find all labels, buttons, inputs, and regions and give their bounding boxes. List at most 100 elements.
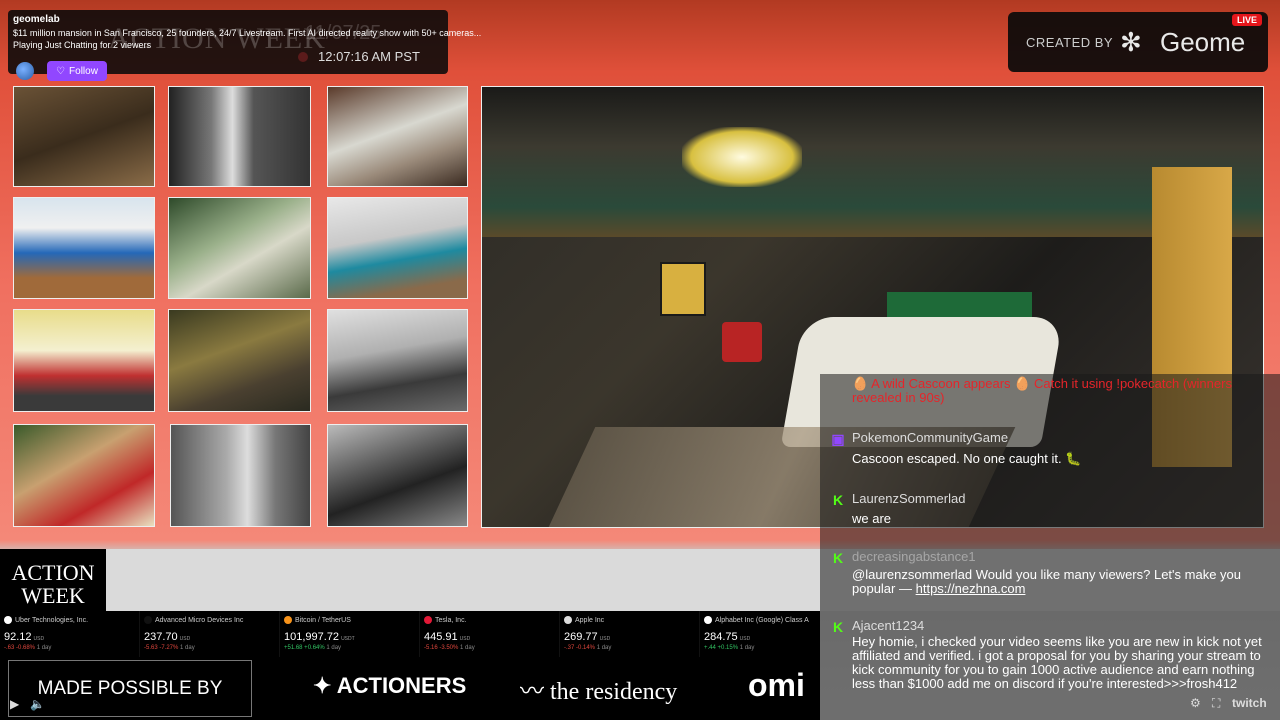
action-week-line2: WEEK: [21, 583, 85, 608]
chat-message: PokemonCommunityGame Cascoon escaped. No…: [852, 431, 1272, 466]
kick-badge-icon: K: [832, 492, 844, 508]
ticker-logo-icon: [564, 616, 572, 624]
window-light: [682, 127, 802, 187]
ticker-price: 92.12: [4, 631, 32, 643]
ticker-change: -5.16 -3.50%: [424, 645, 459, 651]
camera-tile-12[interactable]: [327, 424, 468, 527]
ticker-unit: USD: [33, 636, 45, 642]
ticker-period: 1 day: [596, 645, 612, 651]
chat-username[interactable]: Ajacent1234: [852, 619, 1272, 633]
ticker-logo-icon: [704, 616, 712, 624]
chat-message-system: 🥚 A wild Cascoon appears 🥚 Catch it usin…: [852, 376, 1232, 405]
ticker-name: Tesla, Inc.: [435, 616, 467, 624]
ticker-name: Apple Inc: [575, 616, 605, 624]
chat-overlay: 🥚 A wild Cascoon appears 🥚 Catch it usin…: [820, 374, 1280, 720]
ticker-item[interactable]: Tesla, Inc. 445.91 USD -5.16 -3.50% 1 day: [420, 611, 560, 657]
chat-link[interactable]: https://nezhna.com: [916, 581, 1026, 596]
action-week-line1: ACTION: [11, 560, 95, 585]
ticker-period: 1 day: [326, 645, 342, 651]
ticker-name: Advanced Micro Devices Inc: [155, 616, 244, 624]
camera-tile-10[interactable]: [13, 424, 155, 527]
ticker-logo-icon: [144, 616, 152, 624]
follow-label: Follow: [69, 65, 98, 77]
chat-text: @laurenzsommerlad Would you like many vi…: [852, 567, 1241, 596]
ticker-item[interactable]: Alphabet Inc (Google) Class A 284.75 USD +.…: [700, 611, 820, 657]
camera-tile-11[interactable]: [170, 424, 311, 527]
avatar[interactable]: [16, 62, 34, 80]
chat-message: decreasingabstance1 @laurenzsommerlad Wo…: [852, 550, 1272, 596]
ticker-unit: USD: [739, 636, 751, 642]
ticker-period: 1 day: [739, 645, 755, 651]
camera-tile-4[interactable]: [13, 197, 155, 299]
actioners-logo: ✦ ACTIONERS: [313, 673, 466, 699]
play-icon[interactable]: ▶: [10, 697, 19, 711]
live-badge: LIVE: [1231, 14, 1262, 26]
geome-logo: Geome: [1160, 27, 1246, 57]
chat-username[interactable]: LaurenzSommerlad: [852, 492, 1272, 506]
omi-logo: omi: [748, 667, 805, 703]
camera-tile-9[interactable]: [327, 309, 468, 412]
stock-ticker: Uber Technologies, Inc. 92.12 USD -.63 -0.6…: [0, 611, 820, 657]
twitch-wordmark[interactable]: twitch: [1232, 696, 1267, 710]
ticker-price: 269.77: [564, 631, 598, 643]
chat-username[interactable]: PokemonCommunityGame: [852, 431, 1272, 445]
ticker-name: Alphabet Inc (Google) Class A: [715, 616, 809, 624]
ticker-price: 445.91: [424, 631, 458, 643]
camera-tile-7[interactable]: [13, 309, 155, 412]
ticker-logo-icon: [284, 616, 292, 624]
created-by-panel: CREATED BY ✻ Geome LIVE: [1008, 12, 1268, 72]
action-week-logo: ACTION WEEK: [0, 549, 106, 611]
ticker-item[interactable]: Advanced Micro Devices Inc 237.70 USD -5.63…: [140, 611, 280, 657]
ticker-period: 1 day: [180, 645, 195, 651]
ticker-unit: USD: [599, 636, 611, 642]
ticker-change: +.44 +0.15%: [704, 645, 739, 651]
kick-badge-icon: K: [832, 619, 844, 635]
ticker-logo-icon: [424, 616, 432, 624]
record-indicator: [298, 52, 308, 62]
desk-chair: [722, 322, 762, 362]
stream-info-panel: ACTION WEEK 11/07/25 geomelab $11 millio…: [8, 10, 481, 81]
ticker-item[interactable]: Bitcoin / TetherUS 101,997.72 USDT +51.68 +…: [280, 611, 420, 657]
actioners-mark-icon: ✦: [313, 673, 332, 698]
chat-message: Ajacent1234 Hey homie, i checked your vi…: [852, 619, 1272, 691]
stream-clock: 12:07:16 AM PST: [318, 49, 420, 64]
settings-icon[interactable]: ⚙: [1190, 696, 1201, 710]
chat-text: we are: [852, 511, 892, 526]
ticker-unit: USD: [459, 636, 471, 642]
created-by-label: CREATED BY: [1026, 35, 1114, 50]
camera-tile-3[interactable]: [327, 86, 468, 187]
chat-text: Hey homie, i checked your video seems li…: [852, 634, 1262, 691]
ticker-name: Bitcoin / TetherUS: [295, 616, 351, 624]
camera-tile-1[interactable]: [13, 86, 155, 187]
camera-tile-6[interactable]: [327, 197, 468, 299]
heart-icon: ♡: [56, 65, 66, 77]
volume-icon[interactable]: 🔈: [30, 697, 45, 711]
kick-badge-icon: K: [832, 550, 844, 566]
residency-text: the residency: [550, 679, 678, 705]
ticker-change: -5.63 -7.27%: [144, 645, 179, 651]
chat-username[interactable]: decreasingabstance1: [852, 550, 1272, 564]
camera-tile-8[interactable]: [168, 309, 311, 412]
ticker-price: 284.75: [704, 631, 738, 643]
stream-title: $11 million mansion in San Francisco, 25…: [13, 28, 482, 38]
channel-name[interactable]: geomelab: [13, 14, 60, 25]
residency-mark-icon: 〰: [520, 679, 544, 705]
residency-logo: 〰 the residency: [520, 671, 677, 706]
ticker-item[interactable]: Apple Inc 269.77 USD -.37 -0.14% 1 day: [560, 611, 700, 657]
follow-button[interactable]: ♡ Follow: [47, 61, 107, 81]
fullscreen-icon[interactable]: ⛶: [1212, 696, 1220, 711]
sponsor-bar: MADE POSSIBLE BY ✦ ACTIONERS 〰 the resid…: [0, 657, 820, 720]
geome-flower-icon: ✻: [1120, 27, 1142, 57]
chat-text: Cascoon escaped. No one caught it. 🐛: [852, 451, 1082, 466]
twitch-badge-icon: ▣: [831, 431, 845, 447]
ticker-price: 237.70: [144, 631, 178, 643]
ticker-change: -.63 -0.68%: [4, 645, 36, 651]
camera-tile-5[interactable]: [168, 197, 311, 299]
ticker-period: 1 day: [36, 645, 52, 651]
ticker-item[interactable]: Uber Technologies, Inc. 92.12 USD -.63 -0.6…: [0, 611, 140, 657]
ticker-unit: USD: [179, 636, 191, 642]
ticker-change: +51.68 +0.64%: [284, 645, 325, 651]
camera-tile-2[interactable]: [168, 86, 311, 187]
ceiling-detail: [482, 87, 1263, 237]
ticker-name: Uber Technologies, Inc.: [15, 616, 89, 624]
